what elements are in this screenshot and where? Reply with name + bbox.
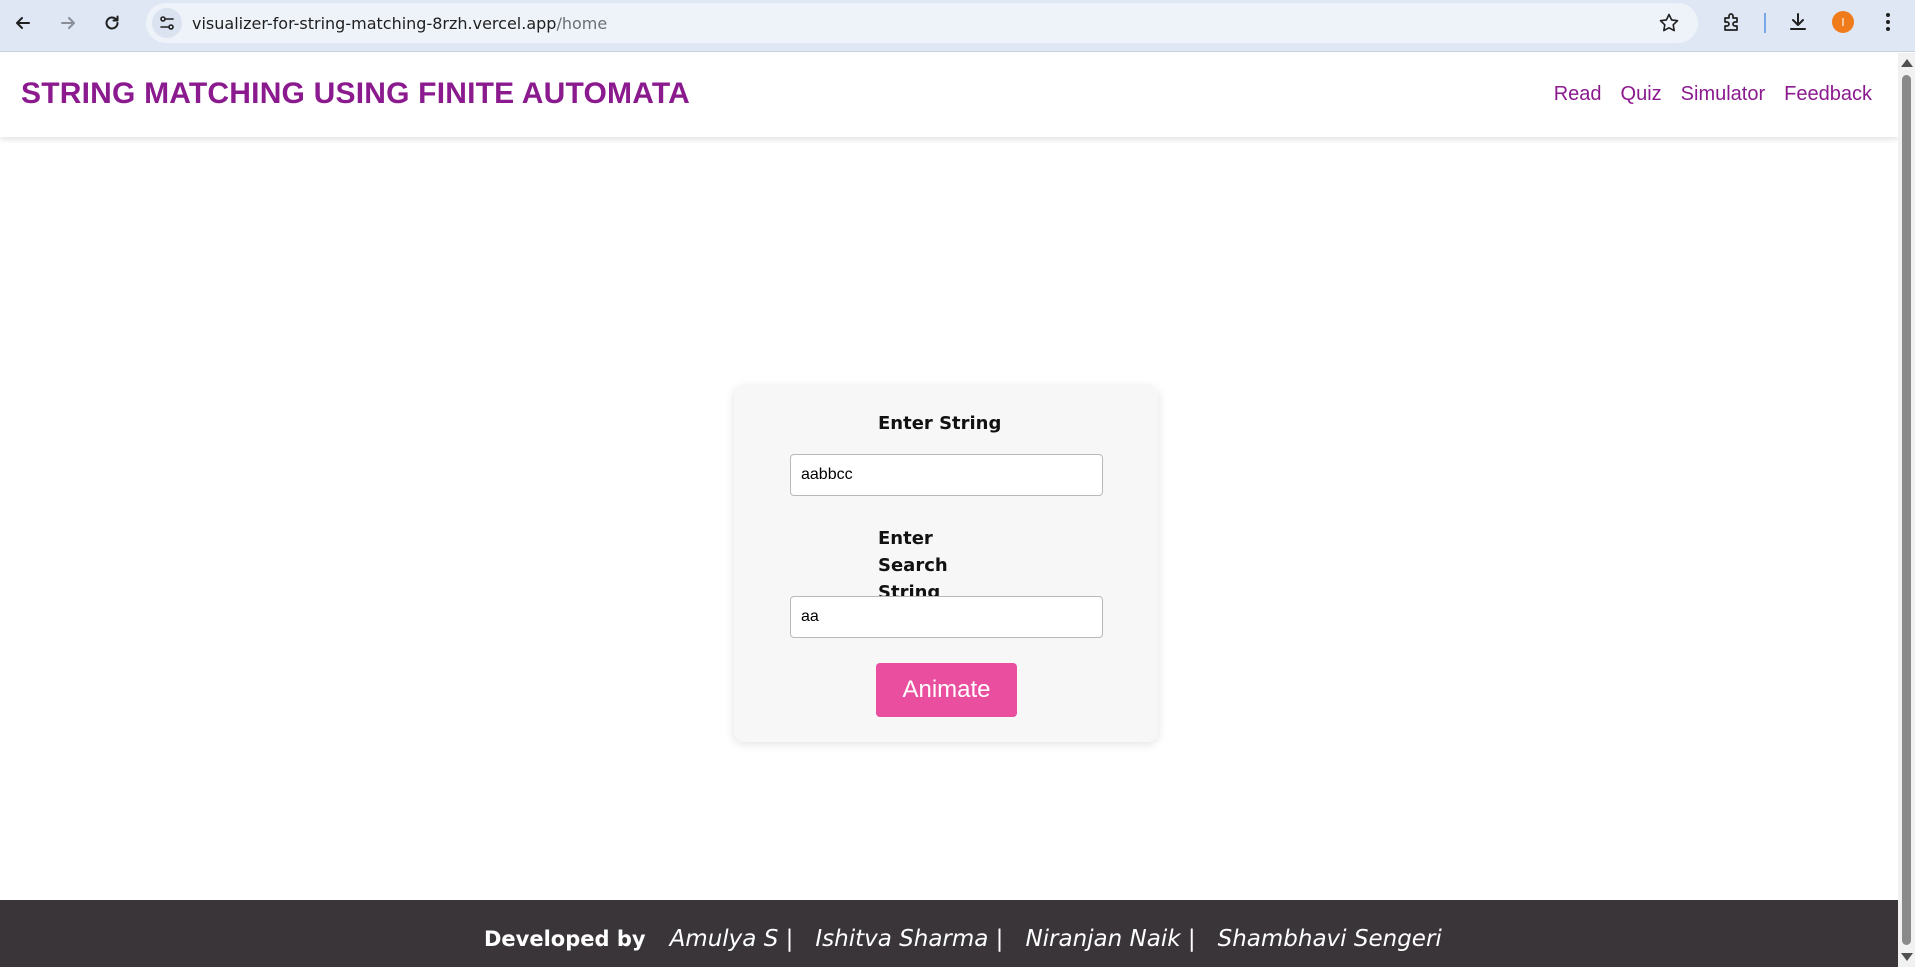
footer: Developed by Amulya S | Ishitva Sharma |… (0, 900, 1898, 967)
string-label: Enter String (878, 413, 1002, 434)
search-string-input[interactable] (790, 596, 1103, 638)
extensions-icon[interactable] (1720, 10, 1744, 34)
more-vert-icon[interactable] (1876, 10, 1900, 34)
developed-by-label: Developed by (484, 927, 646, 951)
arrow-right-icon (61, 17, 75, 29)
developer-name: Niranjan Naik | (1025, 926, 1196, 952)
reload-button[interactable] (98, 9, 126, 37)
developer-name: Ishitva Sharma | (815, 926, 1004, 952)
download-icon[interactable] (1786, 10, 1810, 34)
page-title: STRING MATCHING USING FINITE AUTOMATA (21, 77, 691, 110)
app-header: STRING MATCHING USING FINITE AUTOMATA Re… (0, 53, 1898, 137)
url-host: visualizer-for-string-matching-8rzh.verc… (192, 14, 557, 33)
nav-quiz[interactable]: Quiz (1621, 83, 1662, 106)
site-info-button[interactable] (152, 8, 182, 38)
search-string-label: Enter Search String (878, 528, 948, 603)
bookmark-star-icon[interactable] (1658, 12, 1680, 34)
scroll-up-arrow-icon[interactable] (1901, 59, 1913, 67)
animate-button[interactable]: Animate (876, 663, 1017, 717)
url-path: /home (556, 14, 608, 33)
profile-avatar[interactable]: I (1832, 11, 1854, 33)
nav-feedback[interactable]: Feedback (1784, 83, 1872, 106)
nav-simulator[interactable]: Simulator (1681, 83, 1765, 106)
url-text[interactable]: visualizer-for-string-matching-8rzh.verc… (192, 14, 607, 33)
developer-name: Shambhavi Sengeri (1217, 926, 1442, 952)
string-input[interactable] (790, 454, 1103, 496)
page-scrollbar[interactable] (1898, 53, 1915, 967)
toolbar-divider (1764, 13, 1766, 33)
main-nav: Read Quiz Simulator Feedback (1554, 83, 1872, 106)
reload-icon (105, 15, 119, 30)
input-card: Enter String Enter Search String Animate (734, 386, 1158, 742)
developer-name: Amulya S | (669, 926, 794, 952)
nav-read[interactable]: Read (1554, 83, 1602, 106)
tune-icon (160, 16, 174, 30)
scroll-down-arrow-icon[interactable] (1901, 953, 1913, 961)
browser-toolbar: visualizer-for-string-matching-8rzh.verc… (0, 0, 1915, 52)
arrow-left-icon (16, 17, 30, 29)
forward-button[interactable] (54, 9, 82, 37)
developer-credits: Developed by Amulya S | Ishitva Sharma |… (484, 926, 1464, 952)
scroll-thumb[interactable] (1902, 75, 1911, 945)
back-button[interactable] (9, 9, 37, 37)
address-bar[interactable]: visualizer-for-string-matching-8rzh.verc… (146, 3, 1698, 43)
